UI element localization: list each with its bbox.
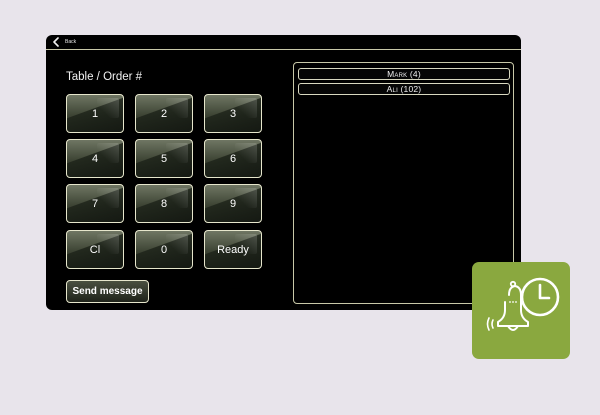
bell-clock-icon — [486, 277, 560, 331]
key-label: 5 — [160, 152, 168, 165]
key-label: 6 — [229, 152, 237, 165]
recipient-item[interactable]: Mark (4) — [298, 68, 510, 80]
key-2[interactable]: 2 — [135, 94, 193, 133]
device-screen: Back Table / Order # 1 2 3 4 5 6 7 8 9 C… — [46, 35, 521, 310]
key-label: 7 — [91, 197, 99, 210]
key-7[interactable]: 7 — [66, 184, 124, 223]
key-label: Ready — [217, 243, 249, 256]
key-label: 4 — [91, 152, 99, 165]
key-label: 3 — [229, 107, 237, 120]
key-label: Cl — [89, 243, 101, 256]
key-4[interactable]: 4 — [66, 139, 124, 178]
send-message-button[interactable]: Send message — [66, 280, 149, 303]
numpad-title: Table / Order # — [66, 71, 143, 83]
key-clear[interactable]: Cl — [66, 230, 124, 269]
back-button[interactable]: Back — [52, 37, 76, 47]
key-3[interactable]: 3 — [204, 94, 262, 133]
key-label: 1 — [91, 107, 99, 120]
key-8[interactable]: 8 — [135, 184, 193, 223]
key-5[interactable]: 5 — [135, 139, 193, 178]
back-label: Back — [65, 39, 77, 45]
recipient-item[interactable]: Ali (102) — [298, 83, 510, 95]
key-label: 2 — [160, 107, 168, 120]
key-ready[interactable]: Ready — [204, 230, 262, 269]
top-bar: Back — [46, 35, 521, 50]
key-0[interactable]: 0 — [135, 230, 193, 269]
key-1[interactable]: 1 — [66, 94, 124, 133]
key-label: 9 — [229, 197, 237, 210]
chevron-left-icon — [53, 37, 59, 47]
key-label: 8 — [160, 197, 168, 210]
key-6[interactable]: 6 — [204, 139, 262, 178]
key-label: 0 — [160, 243, 168, 256]
notification-tile — [472, 262, 570, 359]
key-9[interactable]: 9 — [204, 184, 262, 223]
